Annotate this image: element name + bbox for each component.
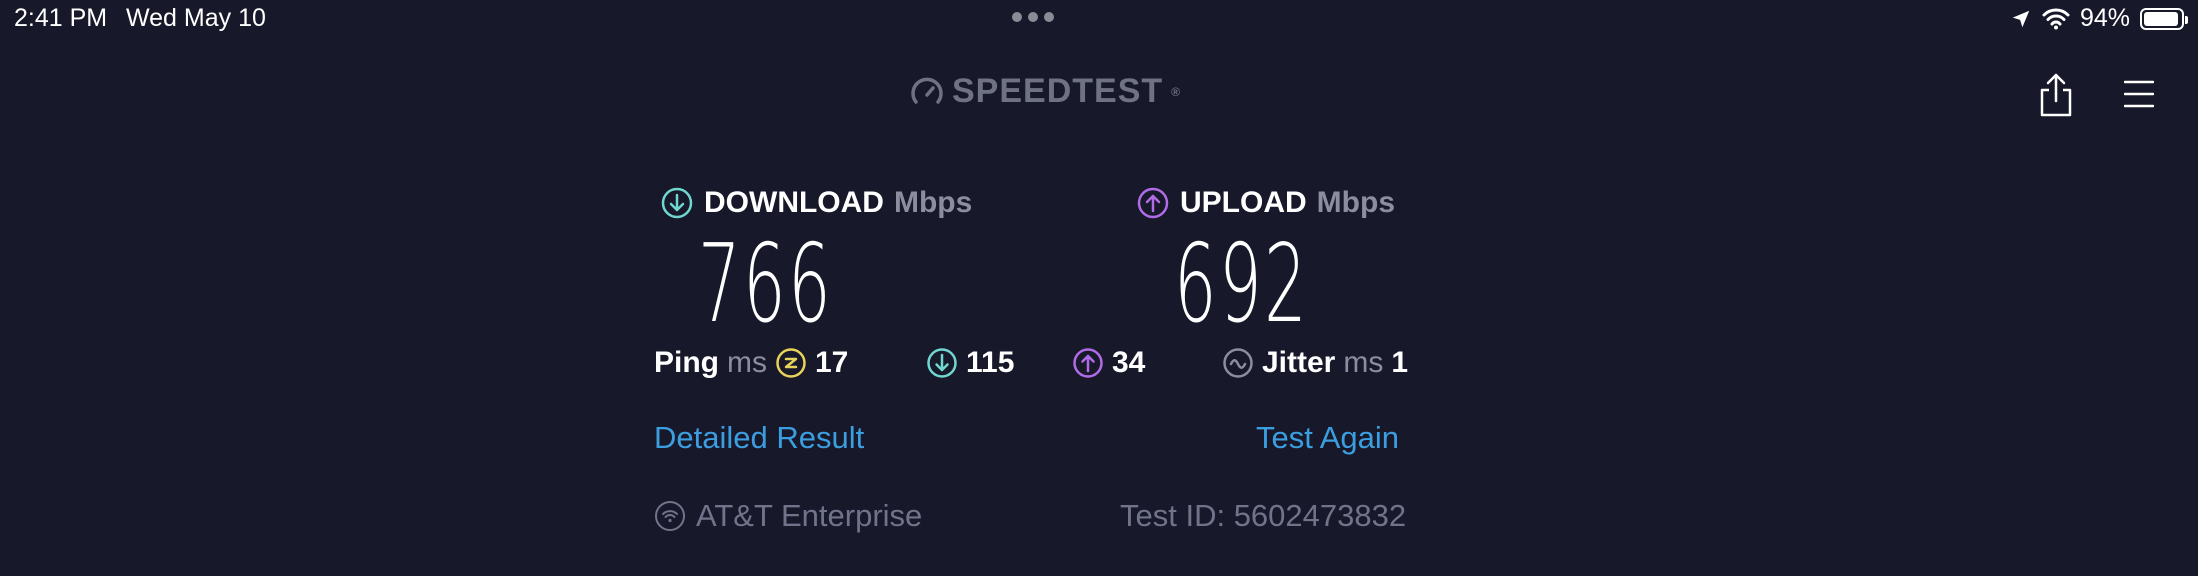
- jitter-unit: ms: [1343, 346, 1384, 379]
- jitter: Jitter ms 1: [1222, 346, 1408, 380]
- download-unit: Mbps: [893, 186, 973, 219]
- jitter-icon: [1223, 348, 1253, 378]
- ping-upload-value: 34: [1112, 346, 1146, 379]
- jitter-label: Jitter: [1262, 346, 1336, 379]
- ping-download: 115: [926, 346, 1014, 380]
- idle-latency-icon: [776, 348, 806, 378]
- isp-info: AT&T Enterprise: [654, 498, 922, 534]
- dot: [1028, 12, 1038, 22]
- menu-button[interactable]: [2123, 78, 2155, 110]
- test-id: Test ID: 5602473832: [1120, 498, 1407, 533]
- upload-value: 692: [1174, 222, 1310, 347]
- battery-fill: [2144, 11, 2178, 26]
- detailed-result-link[interactable]: Detailed Result: [654, 420, 864, 456]
- ping-label: Ping: [654, 346, 719, 379]
- upload-header: UPLOAD Mbps: [1136, 186, 1395, 220]
- download-header: DOWNLOAD Mbps: [660, 186, 972, 220]
- download-label: DOWNLOAD: [704, 186, 884, 219]
- download-latency-icon: [927, 348, 957, 378]
- dot: [1012, 12, 1022, 22]
- brand-name: SPEEDTEST: [952, 72, 1164, 110]
- share-button[interactable]: [2038, 72, 2074, 118]
- location-icon: [2012, 10, 2030, 27]
- hamburger-icon: [2123, 80, 2155, 108]
- upload-arrow-icon: [1137, 187, 1169, 219]
- dot: [1044, 12, 1054, 22]
- upload-label: UPLOAD: [1180, 186, 1307, 219]
- upload-unit: Mbps: [1316, 186, 1395, 219]
- ping-idle-value: 17: [815, 346, 849, 379]
- wifi-icon: [2042, 8, 2070, 29]
- brand-mark: ®: [1171, 84, 1182, 99]
- isp-name: AT&T Enterprise: [696, 498, 923, 533]
- download-value: 766: [698, 222, 834, 347]
- status-right: 94%: [2010, 4, 2188, 33]
- upload-latency-icon: [1073, 348, 1103, 378]
- ping-idle: Ping ms 17: [654, 346, 848, 380]
- battery-percent: 94%: [2079, 4, 2130, 32]
- download-arrow-icon: [661, 187, 693, 219]
- share-icon: [2040, 73, 2072, 117]
- status-time: 2:41 PM: [14, 4, 108, 32]
- status-date: Wed May 10: [126, 4, 266, 32]
- battery-icon: [2140, 7, 2188, 30]
- network-icon: [655, 501, 685, 531]
- jitter-value: 1: [1391, 346, 1409, 379]
- ping-upload: 34: [1072, 346, 1145, 380]
- ping-unit: ms: [727, 346, 767, 379]
- test-again-link[interactable]: Test Again: [1256, 420, 1399, 456]
- ping-download-value: 115: [966, 346, 1015, 379]
- brand-logo: SPEEDTEST ®: [910, 72, 1181, 111]
- multitasking-dots[interactable]: [1012, 12, 1054, 22]
- speedometer-icon: [911, 77, 943, 104]
